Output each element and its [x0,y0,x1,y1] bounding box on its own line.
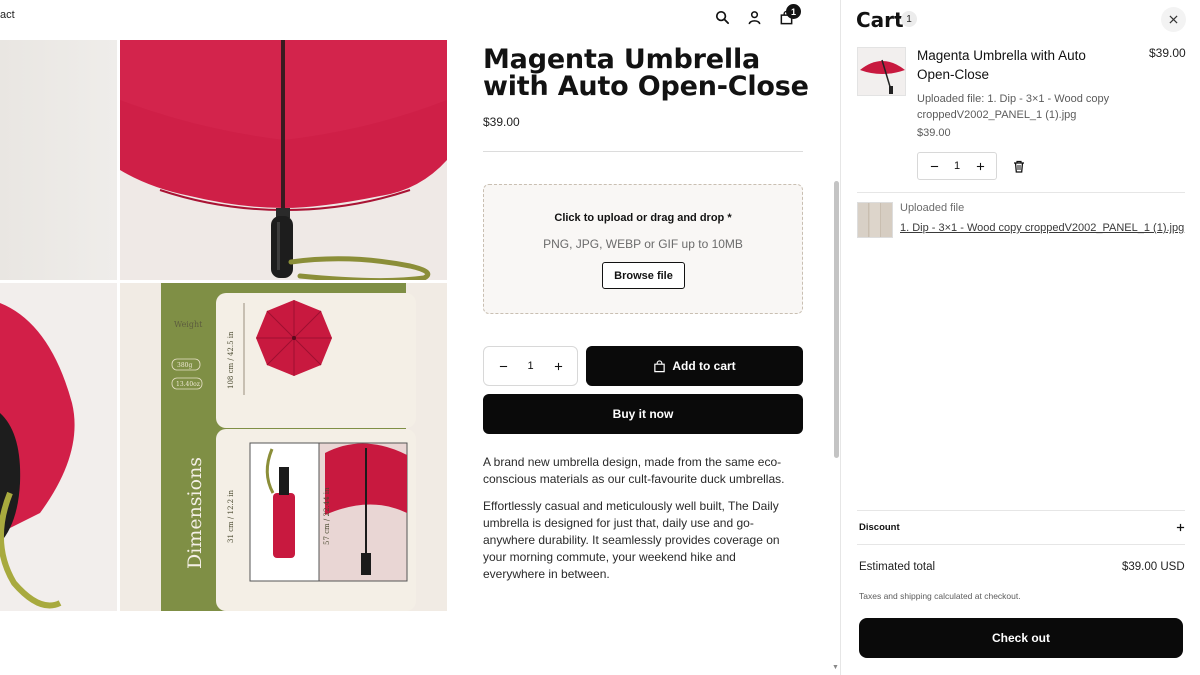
spec-closed-size: 57 cm / 22.44 in [323,487,331,545]
cart-decrease-quantity-button[interactable] [927,159,941,173]
quantity-stepper: 1 [483,346,578,386]
minus-icon [930,165,938,167]
product-description-paragraph: Effortlessly casual and meticulously wel… [483,499,780,581]
checkout-button[interactable]: Check out [859,618,1183,658]
divider [857,192,1185,193]
product-title: Magenta Umbrella with Auto Open-Close [483,44,809,102]
remove-item-button[interactable] [1011,158,1027,174]
add-to-cart-label: Add to cart [672,359,736,373]
gallery-image-1[interactable] [0,40,117,280]
nav-link-contact-partial[interactable]: act [0,9,15,21]
divider [857,510,1185,511]
scroll-down-arrow-icon[interactable]: ▼ [832,664,839,671]
plus-icon [1176,523,1185,531]
uploaded-file-thumbnail[interactable] [857,202,893,238]
tax-note: Taxes and shipping calculated at checkou… [859,591,1021,601]
product-price: $39.00 [483,115,520,129]
cart-drawer: Cart 1 Magenta Umbrella with Auto Open-C… [840,0,1200,675]
umbrella-thumbnail [858,48,905,95]
upload-title: Click to upload or drag and drop * [554,212,732,224]
trash-icon [1014,160,1024,173]
gallery-image-umbrella-handle[interactable] [120,40,447,280]
cart-item-name[interactable]: Magenta Umbrella with Auto Open-Close [917,46,1127,84]
cart-item-upload-meta: Uploaded file: 1. Dip - 3×1 - Wood copy … [917,93,1110,121]
decrease-quantity-button[interactable] [496,359,510,373]
increase-quantity-button[interactable] [551,359,565,373]
product-description-paragraph: A brand new umbrella design, made from t… [483,455,785,486]
spec-weight-grams: 380g [177,362,192,369]
buy-now-button[interactable]: Buy it now [483,394,803,434]
quantity-input[interactable]: 1 [527,360,533,372]
cart-item-image[interactable] [857,47,906,96]
plus-icon [554,362,562,370]
upload-hint: PNG, JPG, WEBP or GIF up to 10MB [543,237,743,251]
spec-open-size: 108 cm / 42.5 in [227,331,235,389]
add-to-cart-button[interactable]: Add to cart [586,346,803,386]
cart-item-unit-price: $39.00 [917,127,951,139]
close-icon [1169,15,1178,24]
page-scrollbar-thumb[interactable] [834,181,839,458]
account-icon[interactable] [743,6,765,28]
cart-count-badge: 1 [786,4,801,19]
spec-weight-ounces: 13.40oz [176,381,200,388]
gallery-image-spec-sheet[interactable]: Weight 380g 13.40oz 108 cm / 42.5 in Dim… [120,283,447,611]
close-cart-button[interactable] [1161,7,1186,32]
discount-toggle[interactable]: Discount [859,519,1185,535]
discount-label: Discount [859,521,900,533]
product-gallery: Weight 380g 13.40oz 108 cm / 42.5 in Dim… [0,40,447,611]
divider [857,544,1185,545]
spec-weight-label: Weight [174,320,203,329]
divider [483,151,803,152]
spec-folded-size: 31 cm / 12.2 in [227,489,235,543]
cart-count-badge: 1 [901,11,917,27]
gallery-image-closeup[interactable] [0,283,117,611]
estimated-total-label: Estimated total [859,561,936,573]
plus-icon [976,162,984,170]
minus-icon [499,365,507,367]
cart-quantity-stepper: 1 [917,152,997,180]
file-upload-dropzone[interactable]: Click to upload or drag and drop * PNG, … [483,184,803,314]
cart-item-total-price: $39.00 [1149,46,1186,60]
spec-sheet-graphic: Weight 380g 13.40oz 108 cm / 42.5 in Dim… [120,283,447,611]
cart-add-icon [654,359,666,372]
umbrella-photo [120,40,447,280]
search-icon[interactable] [711,6,733,28]
estimated-total-value: $39.00 USD [1122,561,1185,573]
uploaded-file-label: Uploaded file [900,202,965,214]
closeup-photo [0,283,117,611]
browse-file-button[interactable]: Browse file [602,262,685,289]
cart-increase-quantity-button[interactable] [973,159,987,173]
uploaded-file-link[interactable]: 1. Dip - 3×1 - Wood copy croppedV2002_PA… [900,222,1184,234]
cart-title: Cart [856,8,904,32]
cart-quantity-input[interactable]: 1 [954,160,960,172]
spec-dimensions-label: Dimensions [184,457,206,569]
